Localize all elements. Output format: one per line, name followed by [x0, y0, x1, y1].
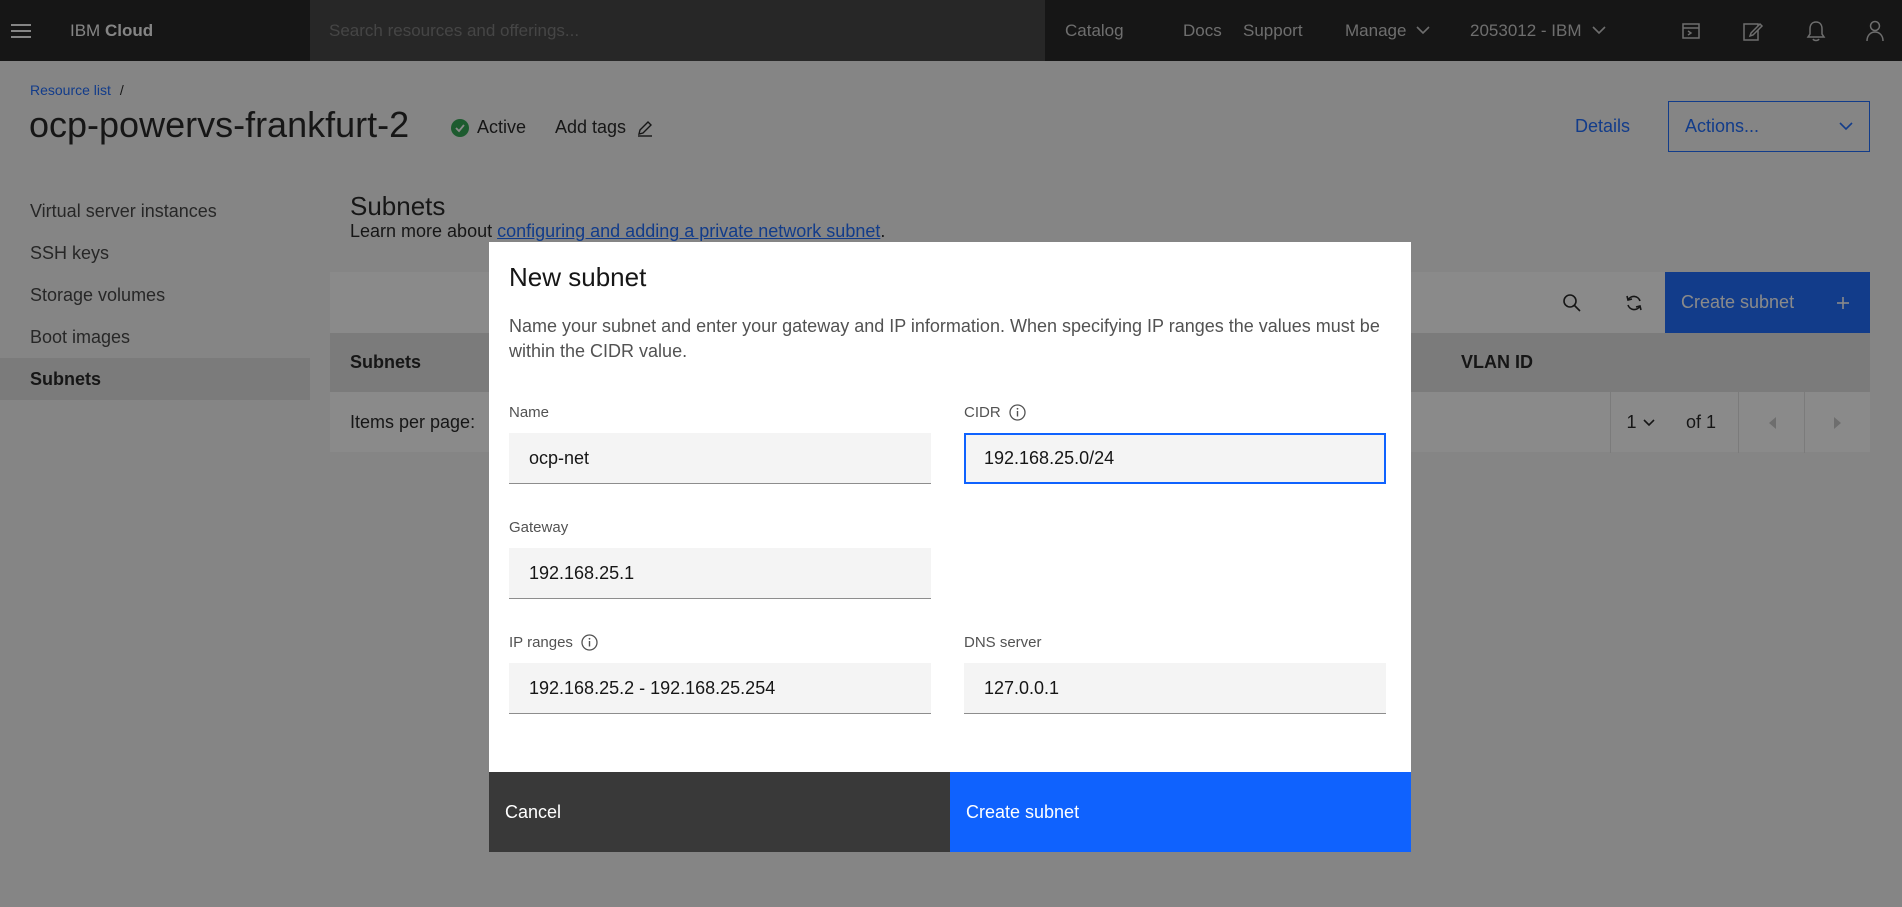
new-subnet-modal: New subnet Name your subnet and enter yo… — [489, 242, 1411, 852]
gateway-field: Gateway — [509, 517, 931, 599]
cidr-label: CIDR — [964, 402, 1386, 422]
dns-server-label-text: DNS server — [964, 633, 1042, 651]
cidr-field: CIDR — [964, 402, 1386, 484]
dns-server-field: DNS server — [964, 632, 1386, 714]
create-subnet-button[interactable]: Create subnet — [950, 772, 1411, 852]
ip-ranges-label-text: IP ranges — [509, 633, 573, 651]
name-field: Name — [509, 402, 931, 484]
ip-ranges-input[interactable] — [509, 663, 931, 714]
cancel-button[interactable]: Cancel — [489, 772, 950, 852]
gateway-input[interactable] — [509, 548, 931, 599]
dns-server-label: DNS server — [964, 632, 1386, 652]
gateway-label-text: Gateway — [509, 518, 569, 536]
name-label-text: Name — [509, 403, 550, 421]
modal-title: New subnet — [509, 262, 647, 292]
name-label: Name — [509, 402, 931, 422]
modal-description: Name your subnet and enter your gateway … — [509, 316, 1380, 361]
ip-ranges-label: IP ranges — [509, 632, 931, 652]
name-input[interactable] — [509, 433, 931, 484]
modal-footer: Cancel Create subnet — [489, 772, 1411, 852]
dns-server-input[interactable] — [964, 663, 1386, 714]
cidr-label-text: CIDR — [964, 403, 1001, 421]
gateway-label: Gateway — [509, 517, 931, 537]
cidr-input[interactable] — [964, 433, 1386, 484]
information-icon[interactable] — [581, 633, 598, 651]
information-icon[interactable] — [1009, 403, 1026, 421]
ip-ranges-field: IP ranges — [509, 632, 931, 714]
